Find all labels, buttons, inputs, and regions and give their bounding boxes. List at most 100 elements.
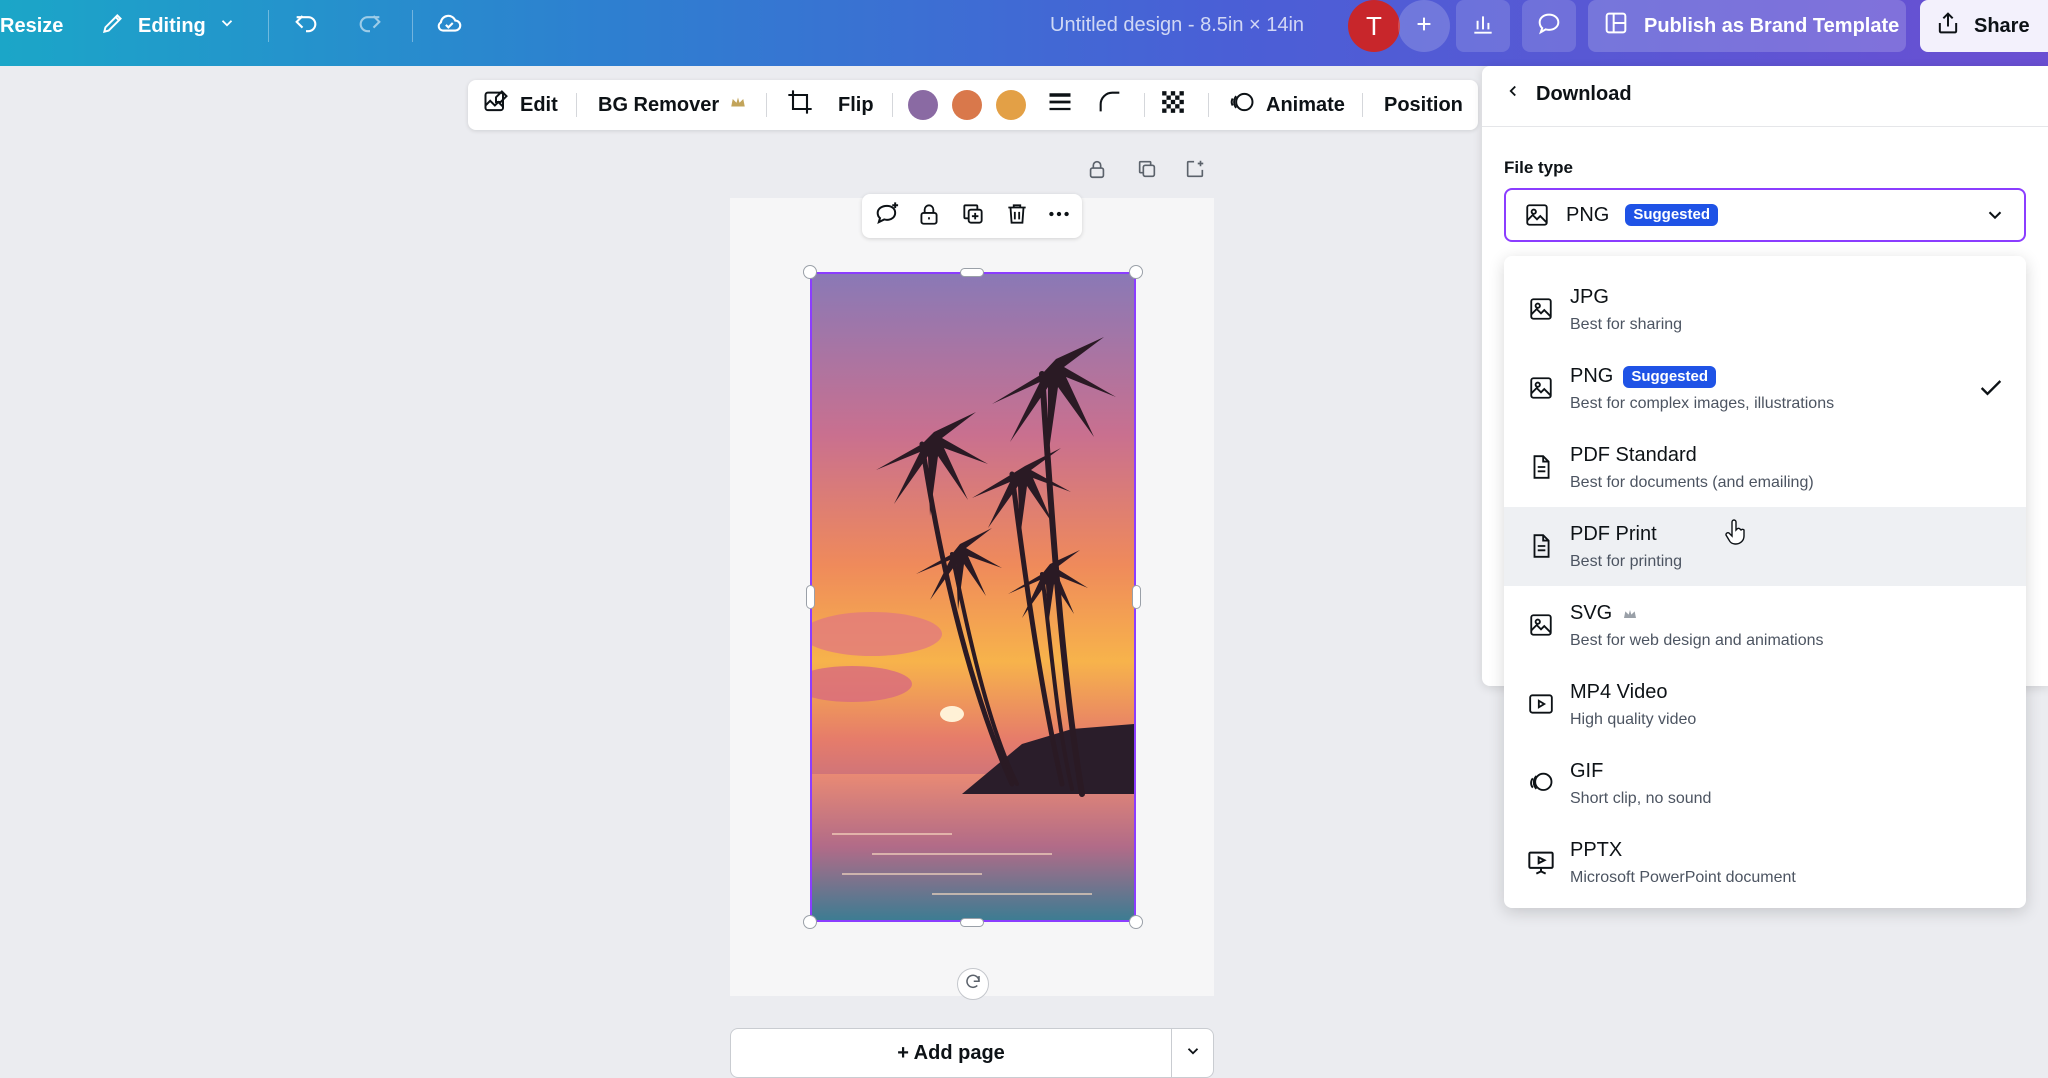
lock-element-button[interactable] <box>914 201 944 231</box>
insights-button[interactable] <box>1456 0 1510 52</box>
publish-brand-template-button[interactable]: Publish as Brand Template <box>1588 0 1906 52</box>
resize-handle-right[interactable] <box>1132 585 1141 609</box>
gif-icon <box>1526 768 1556 798</box>
comment-button[interactable] <box>872 201 902 231</box>
bar-chart-icon <box>1470 11 1496 42</box>
animate-label: Animate <box>1266 93 1345 116</box>
duplicate-page-button[interactable] <box>1132 156 1162 186</box>
hand-cursor-icon <box>1724 518 1748 551</box>
option-description: High quality video <box>1570 711 1697 728</box>
file-type-option-svg[interactable]: SVG Best for web design and animations <box>1504 586 2026 665</box>
position-button[interactable]: Position <box>1384 80 1463 130</box>
image-icon <box>1526 294 1556 324</box>
add-page-above-button[interactable] <box>1180 156 1210 186</box>
lock-page-button[interactable] <box>1082 156 1112 186</box>
option-title: JPG <box>1570 286 1609 309</box>
add-page-options-button[interactable] <box>1172 1029 1214 1077</box>
comment-add-icon <box>873 200 901 233</box>
duplicate-element-button[interactable] <box>958 201 988 231</box>
edit-image-button[interactable]: Edit <box>482 80 558 130</box>
add-page-control: + Add page <box>730 1028 1214 1078</box>
resize-button[interactable]: Resize <box>0 0 63 52</box>
option-title: GIF <box>1570 760 1603 783</box>
border-weight-icon <box>1046 88 1074 122</box>
resize-handle-bottom[interactable] <box>960 918 984 927</box>
option-title: MP4 Video <box>1570 681 1667 704</box>
flip-label: Flip <box>838 93 874 116</box>
divider <box>576 93 577 117</box>
back-button[interactable]: Download <box>1504 82 1632 106</box>
option-name: PDF Print <box>1570 523 1657 545</box>
color-swatch-orange[interactable] <box>952 90 982 120</box>
add-page-button[interactable]: + Add page <box>731 1029 1171 1077</box>
pencil-icon <box>100 10 126 42</box>
share-button[interactable]: Share <box>1920 0 2048 52</box>
editing-label: Editing <box>138 14 206 37</box>
file-type-option-mp4[interactable]: MP4 Video High quality video <box>1504 665 2026 744</box>
crop-button[interactable] <box>786 80 814 130</box>
design-title[interactable]: Untitled design - 8.5in × 14in <box>1050 14 1304 37</box>
file-type-label: File type <box>1504 158 1573 177</box>
more-options-button[interactable] <box>1044 201 1074 231</box>
editing-mode-button[interactable]: Editing <box>100 0 236 52</box>
bg-remover-button[interactable]: BG Remover <box>598 80 747 130</box>
suggested-badge: Suggested <box>1623 365 1717 388</box>
divider <box>1362 93 1363 117</box>
file-type-option-pptx[interactable]: PPTX Microsoft PowerPoint document <box>1504 823 2026 902</box>
download-panel-header: Download <box>1482 66 2048 127</box>
palm-sunset-image[interactable] <box>810 272 1136 922</box>
template-icon <box>1602 9 1630 43</box>
image-icon <box>1526 610 1556 640</box>
file-type-option-pdf-print[interactable]: PDF Print Best for printing <box>1504 507 2026 586</box>
flip-button[interactable]: Flip <box>838 80 874 130</box>
option-description: Microsoft PowerPoint document <box>1570 869 1796 886</box>
save-status-button[interactable] <box>434 0 464 52</box>
document-icon <box>1526 452 1556 482</box>
file-type-select[interactable]: PNG Suggested <box>1504 188 2026 242</box>
option-name: MP4 Video <box>1570 681 1668 703</box>
option-title: PDF Standard <box>1570 444 1697 467</box>
file-type-dropdown: JPG Best for sharing PNG Suggested Best … <box>1504 256 2026 908</box>
option-description: Short clip, no sound <box>1570 790 1712 807</box>
avatar[interactable]: T <box>1348 0 1400 52</box>
bg-remover-label: BG Remover <box>598 93 720 116</box>
crown-icon <box>729 93 747 117</box>
option-title: PPTX <box>1570 839 1622 862</box>
redo-icon <box>356 9 384 43</box>
file-type-option-png[interactable]: PNG Suggested Best for complex images, i… <box>1504 349 2026 428</box>
chevron-down-icon <box>1184 1042 1202 1065</box>
chevron-down-icon <box>1984 204 2006 226</box>
option-description: Best for documents (and emailing) <box>1570 474 1814 491</box>
divider <box>1144 93 1145 117</box>
option-title: PDF Print <box>1570 523 1657 546</box>
element-floating-toolbar <box>862 194 1082 238</box>
file-type-option-gif[interactable]: GIF Short clip, no sound <box>1504 744 2026 823</box>
resize-handle-top-left[interactable] <box>803 265 817 279</box>
border-style-button[interactable] <box>1046 80 1074 130</box>
corner-rounding-button[interactable] <box>1096 80 1124 130</box>
plus-icon <box>1413 13 1435 40</box>
resize-handle-top-right[interactable] <box>1129 265 1143 279</box>
image-icon <box>1526 373 1556 403</box>
divider <box>268 10 269 42</box>
option-description: Best for sharing <box>1570 316 1683 333</box>
option-name: PNG <box>1570 365 1614 387</box>
color-swatch-gold[interactable] <box>996 90 1026 120</box>
color-swatch-purple[interactable] <box>908 90 938 120</box>
resize-handle-left[interactable] <box>806 585 815 609</box>
animate-button[interactable]: Animate <box>1228 80 1345 130</box>
rotate-handle[interactable] <box>957 968 989 1000</box>
transparency-button[interactable] <box>1160 80 1186 130</box>
undo-button[interactable] <box>292 0 320 52</box>
resize-handle-top[interactable] <box>960 268 984 277</box>
file-type-option-pdf-standard[interactable]: PDF Standard Best for documents (and ema… <box>1504 428 2026 507</box>
invite-button[interactable] <box>1398 0 1450 52</box>
resize-handle-bottom-left[interactable] <box>803 915 817 929</box>
chevron-left-icon <box>1504 82 1522 106</box>
crown-icon <box>1622 606 1638 622</box>
redo-button[interactable] <box>356 0 384 52</box>
resize-handle-bottom-right[interactable] <box>1129 915 1143 929</box>
delete-element-button[interactable] <box>1002 201 1032 231</box>
file-type-option-jpg[interactable]: JPG Best for sharing <box>1504 270 2026 349</box>
comments-button[interactable] <box>1522 0 1576 52</box>
